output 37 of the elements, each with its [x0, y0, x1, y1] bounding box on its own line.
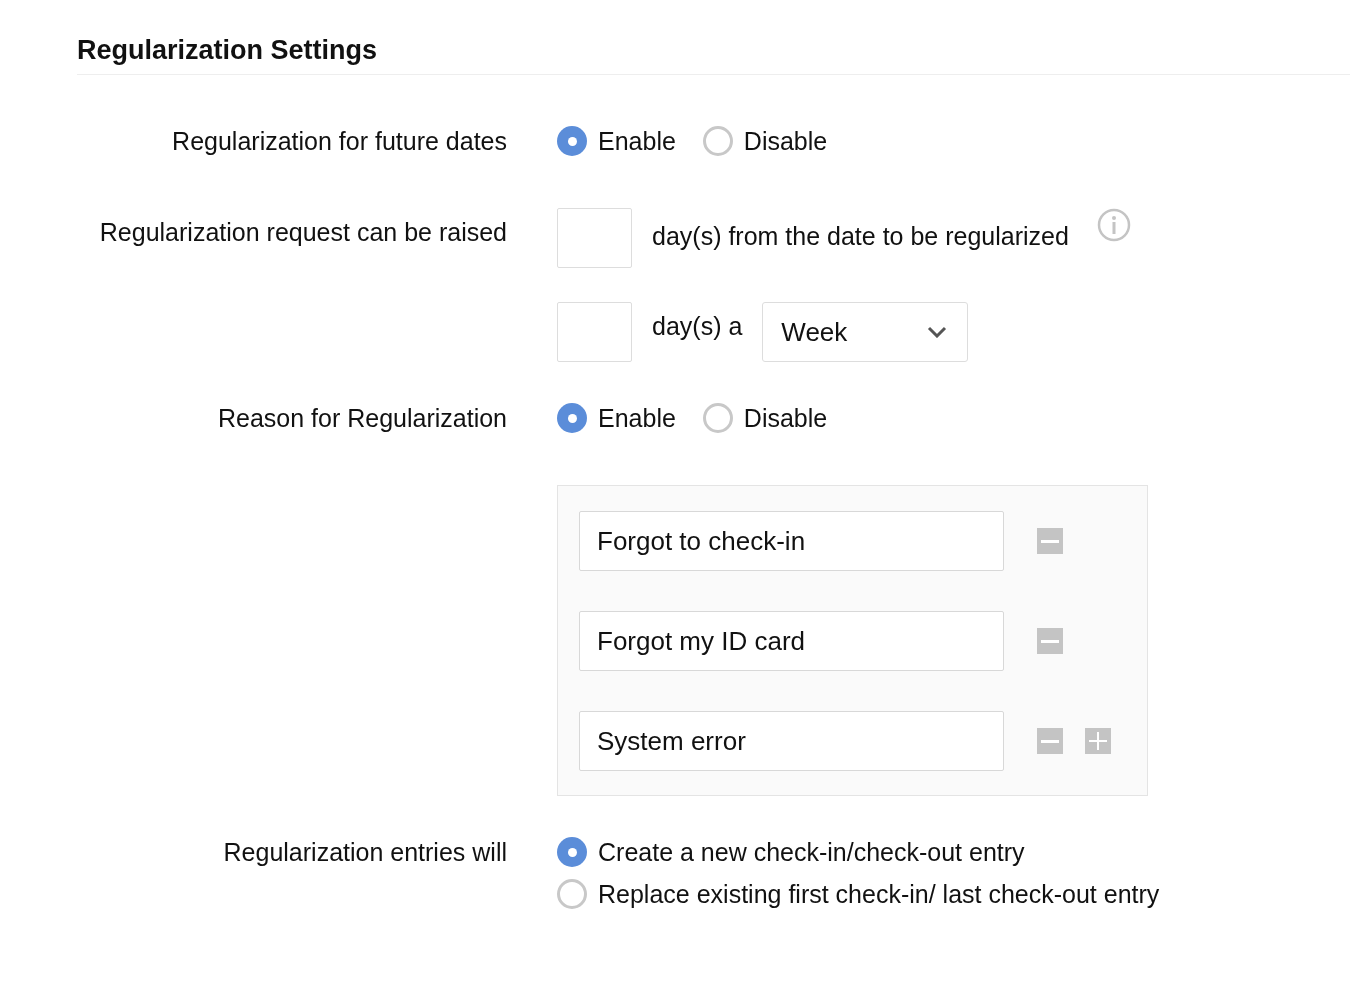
radio-label: Create a new check-in/check-out entry [598, 837, 1025, 868]
radio-button[interactable] [557, 403, 587, 433]
days-suffix: day(s) from the date to be regularized [652, 221, 1069, 252]
setting-label: Reason for Regularization [216, 403, 507, 434]
radio-option[interactable]: Enable [557, 398, 676, 438]
days-input[interactable] [557, 302, 632, 362]
radio-button[interactable] [557, 126, 587, 156]
info-icon[interactable] [1096, 208, 1131, 242]
radio-label: Enable [598, 126, 676, 157]
radio-option[interactable]: Replace existing first check-in/ last check-out entry [557, 874, 1160, 914]
remove-icon[interactable] [1037, 528, 1063, 554]
reason-input[interactable]: System error [579, 711, 1004, 771]
radio-option[interactable]: Disable [702, 121, 828, 161]
reason-input[interactable]: Forgot my ID card [579, 611, 1004, 671]
setting-label: Regularization entries will [222, 837, 507, 868]
add-icon[interactable] [1085, 728, 1111, 754]
radio-button[interactable] [557, 879, 587, 909]
radio-option[interactable]: Create a new check-in/check-out entry [557, 832, 1025, 872]
section-title: Regularization Settings [77, 34, 378, 67]
radio-option[interactable]: Disable [702, 398, 828, 438]
days-suffix: day(s) a [652, 311, 743, 342]
setting-label: Regularization for future dates [171, 126, 507, 157]
radio-button[interactable] [702, 403, 733, 433]
radio-label: Disable [743, 126, 828, 157]
reason-input[interactable]: Forgot to check-in [579, 511, 1004, 571]
period-dropdown[interactable]: Week [762, 302, 969, 362]
radio-button[interactable] [557, 837, 587, 867]
radio-button[interactable] [702, 126, 733, 156]
remove-icon[interactable] [1037, 728, 1063, 754]
radio-label: Disable [743, 403, 828, 434]
remove-icon[interactable] [1037, 628, 1063, 654]
radio-option[interactable]: Enable [557, 121, 676, 161]
radio-label: Replace existing first check-in/ last check-out entry [598, 879, 1160, 910]
chevron-down-icon [927, 326, 948, 338]
days-input[interactable] [557, 208, 632, 268]
setting-label: Regularization request can be raised [98, 217, 507, 248]
radio-label: Enable [598, 403, 676, 434]
